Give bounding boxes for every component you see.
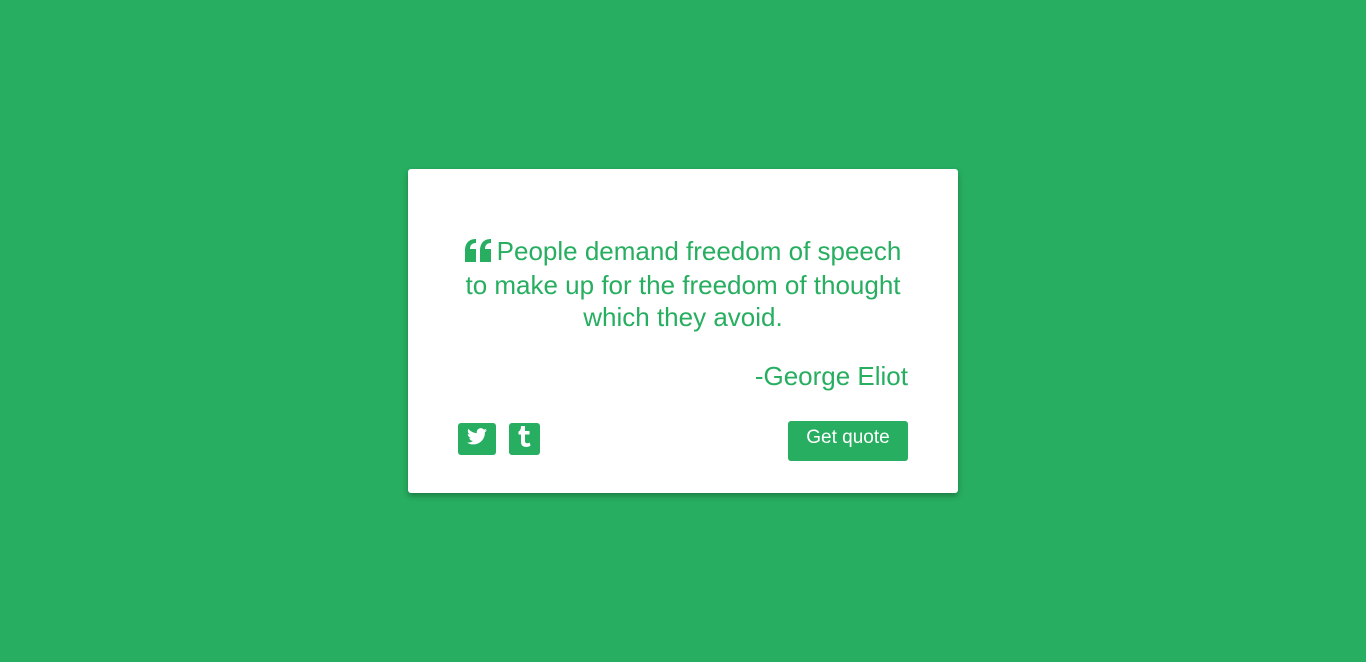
tweet-button[interactable] bbox=[458, 423, 496, 455]
twitter-icon bbox=[467, 428, 487, 450]
get-quote-button[interactable]: Get quote bbox=[788, 421, 908, 461]
quote-text: People demand freedom of speech to make … bbox=[465, 236, 902, 332]
quote-author: -George Eliot bbox=[754, 361, 908, 391]
tumblr-button[interactable] bbox=[509, 423, 540, 455]
tumblr-icon bbox=[518, 426, 531, 452]
quote-text-block: People demand freedom of speech to make … bbox=[458, 235, 908, 333]
quote-box: People demand freedom of speech to make … bbox=[408, 169, 958, 493]
quote-left-icon bbox=[464, 237, 493, 269]
